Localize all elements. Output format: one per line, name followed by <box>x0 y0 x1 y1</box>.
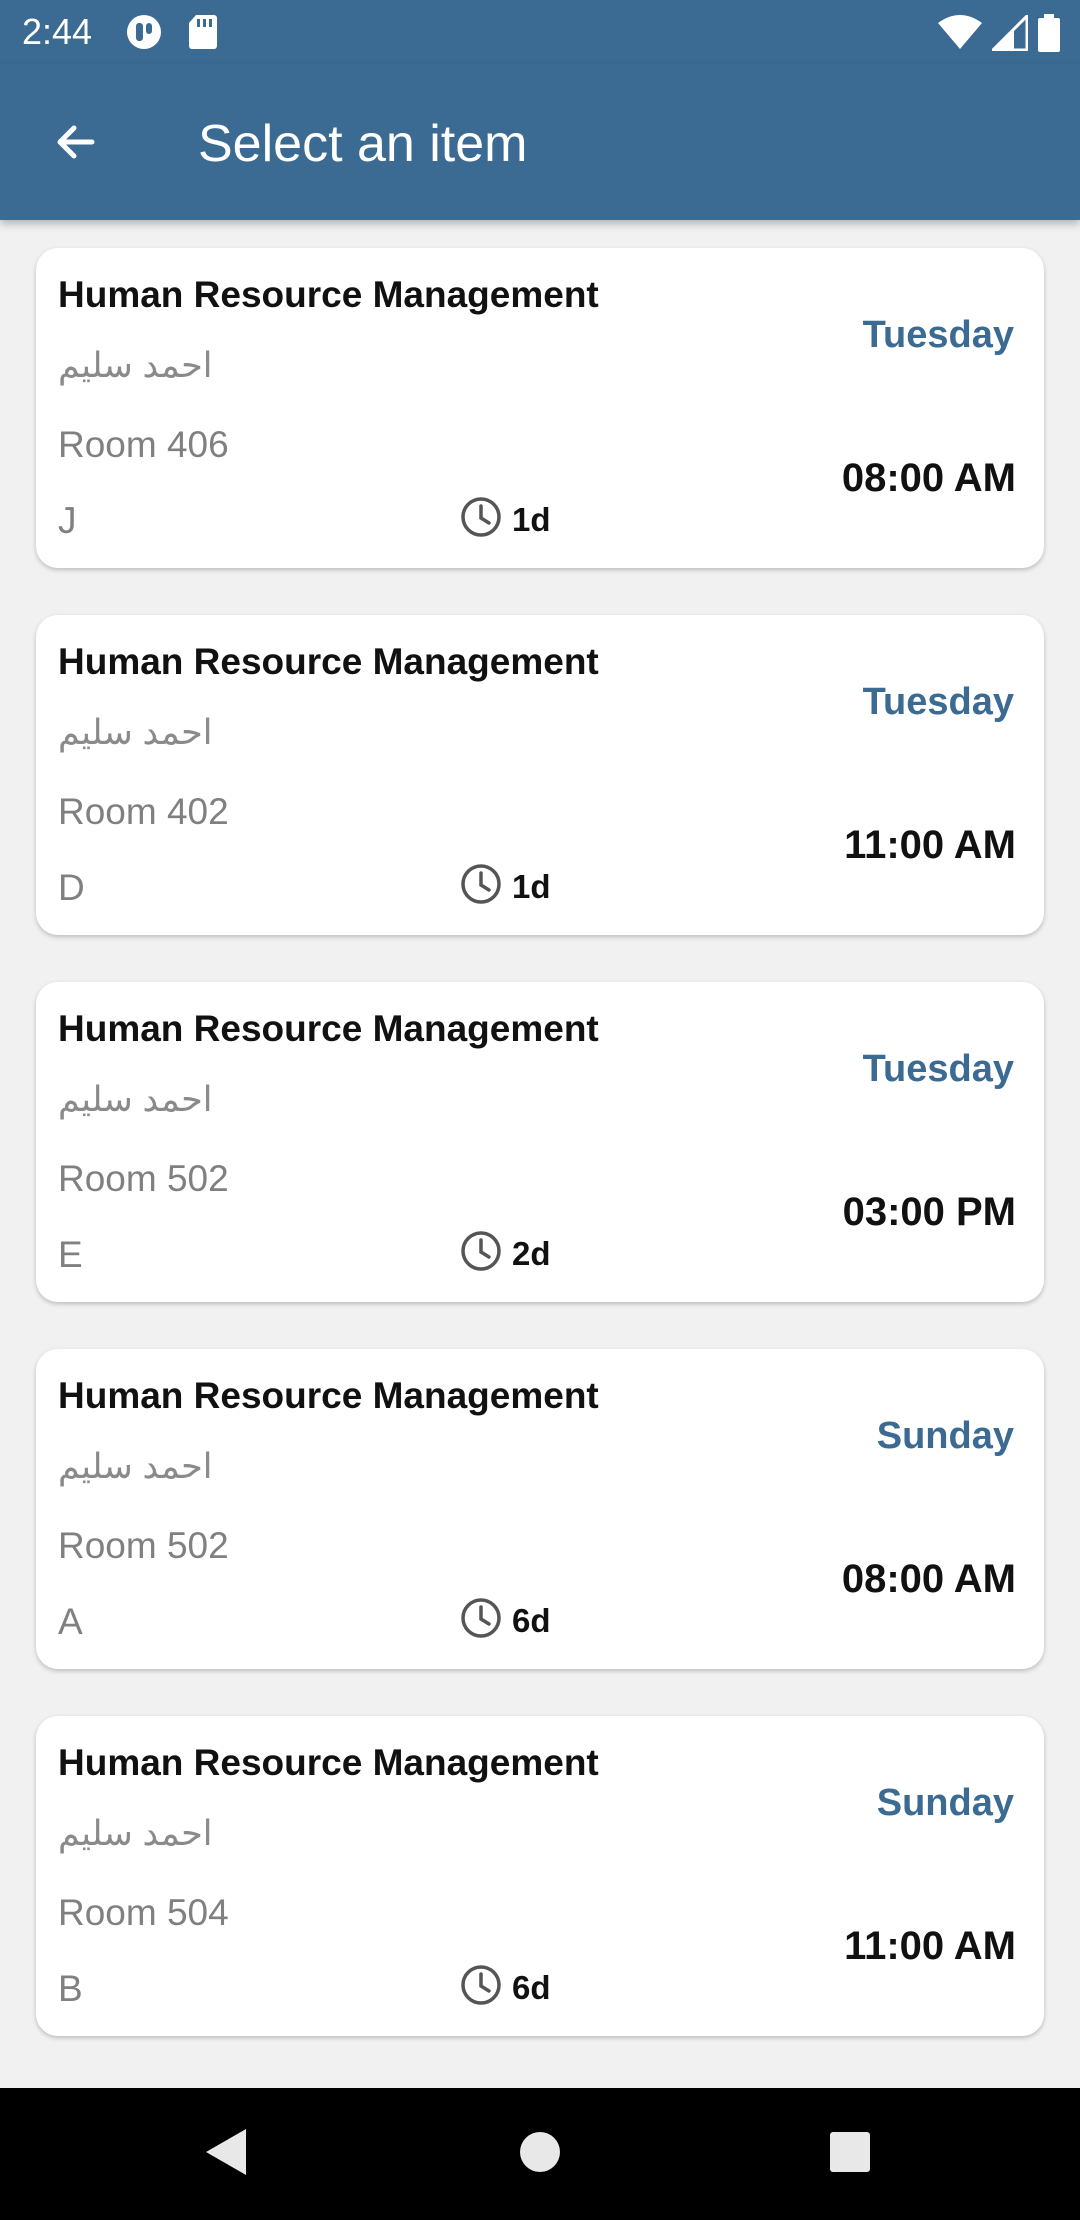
duration: 6d <box>460 1597 551 1644</box>
app-bar: Select an item <box>0 64 1080 220</box>
clock-icon <box>460 1597 502 1644</box>
day-label: Tuesday <box>862 1048 1014 1090</box>
room-label: Room 502 <box>58 1525 229 1566</box>
instructor-name: احمد سليم <box>58 1814 213 1853</box>
group-label: D <box>58 867 85 908</box>
time-label: 11:00 AM <box>844 823 1016 867</box>
clock-icon <box>460 1230 502 1277</box>
time-label: 03:00 PM <box>842 1190 1016 1234</box>
day-label: Sunday <box>876 1415 1014 1457</box>
page-title: Select an item <box>198 115 528 173</box>
course-name: Human Resource Management <box>58 1742 599 1783</box>
status-time: 2:44 <box>22 11 93 52</box>
room-label: Room 406 <box>58 424 229 465</box>
room-label: Room 504 <box>58 1892 229 1933</box>
duration: 2d <box>460 1230 551 1277</box>
list-item[interactable]: Human Resource Management احمد سليم Room… <box>36 615 1044 935</box>
clock-icon <box>460 1964 502 2011</box>
duration-text: 2d <box>512 1234 551 1272</box>
day-label: Tuesday <box>862 314 1014 356</box>
time-label: 08:00 AM <box>841 1557 1016 1601</box>
group-label: B <box>58 1968 83 2009</box>
battery-icon <box>1038 14 1060 57</box>
nav-home-button[interactable] <box>460 2088 620 2220</box>
home-circle-icon <box>518 2130 562 2179</box>
list-item[interactable]: Human Resource Management احمد سليم Room… <box>36 248 1044 568</box>
duration-text: 6d <box>512 1968 551 2006</box>
clock-icon <box>460 863 502 910</box>
day-label: Sunday <box>876 1782 1014 1824</box>
course-name: Human Resource Management <box>58 274 599 315</box>
room-label: Room 402 <box>58 791 229 832</box>
instructor-name: احمد سليم <box>58 713 213 752</box>
arrow-left-icon <box>52 118 100 171</box>
list-item[interactable]: Human Resource Management احمد سليم Room… <box>36 982 1044 1302</box>
day-label: Tuesday <box>862 681 1014 723</box>
duration: 1d <box>460 863 551 910</box>
duration: 1d <box>460 496 551 543</box>
list-item[interactable]: Human Resource Management احمد سليم Room… <box>36 1716 1044 2036</box>
nav-recents-button[interactable] <box>770 2088 930 2220</box>
duration-text: 6d <box>512 1601 551 1639</box>
sd-card-icon <box>188 14 218 55</box>
course-name: Human Resource Management <box>58 1008 599 1049</box>
recents-square-icon <box>829 2131 871 2178</box>
group-label: A <box>58 1601 83 1642</box>
group-label: J <box>58 500 77 541</box>
back-button[interactable] <box>40 108 112 180</box>
status-bar: 2:44 <box>0 0 1080 64</box>
instructor-name: احمد سليم <box>58 1080 213 1119</box>
duration: 6d <box>460 1964 551 2011</box>
time-label: 08:00 AM <box>841 456 1016 500</box>
duration-text: 1d <box>512 867 551 905</box>
duration-text: 1d <box>512 500 551 538</box>
instructor-name: احمد سليم <box>58 346 213 385</box>
time-label: 11:00 AM <box>844 1924 1016 1968</box>
wifi-icon <box>938 15 982 56</box>
system-nav-bar <box>0 2088 1080 2220</box>
list-item[interactable]: Human Resource Management احمد سليم Room… <box>36 1349 1044 1669</box>
item-list[interactable]: Human Resource Management احمد سليم Room… <box>0 220 1080 2088</box>
instructor-name: احمد سليم <box>58 1447 213 1486</box>
nav-back-button[interactable] <box>146 2088 306 2220</box>
group-label: E <box>58 1234 83 1275</box>
course-name: Human Resource Management <box>58 1375 599 1416</box>
back-triangle-icon <box>204 2127 248 2182</box>
clock-icon <box>460 496 502 543</box>
course-name: Human Resource Management <box>58 641 599 682</box>
signal-icon <box>989 12 1029 56</box>
notification-app-icon <box>126 14 166 55</box>
room-label: Room 502 <box>58 1158 229 1199</box>
